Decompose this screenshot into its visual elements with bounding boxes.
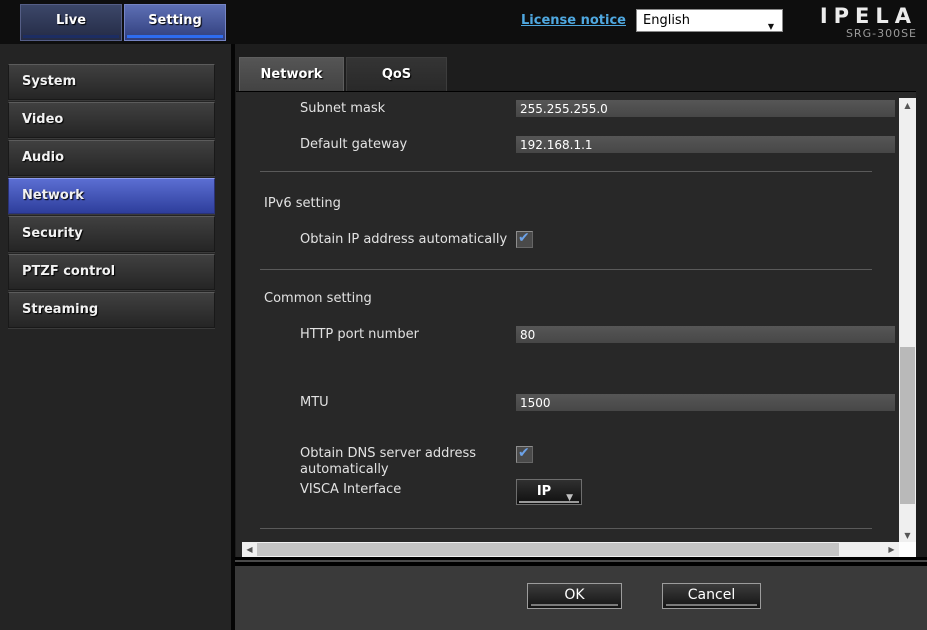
language-select[interactable]: English ▼ [636,9,783,32]
scroll-left-icon[interactable]: ◀ [242,542,257,557]
sidebar-item-network[interactable]: Network [8,178,215,214]
button-underline [531,604,618,606]
brand-block: IPELA SRG-300SE [820,5,917,40]
sidebar-item-security[interactable]: Security [8,216,215,252]
tab-network[interactable]: Network [239,57,344,91]
vertical-scrollbar-thumb[interactable] [900,347,915,504]
section-separator [260,269,872,270]
scroll-down-icon[interactable]: ▼ [899,528,916,543]
http-port-label: HTTP port number [300,327,515,343]
subnet-mask-input[interactable] [516,100,895,117]
visca-interface-label: VISCA Interface [300,482,515,498]
license-notice-link[interactable]: License notice [521,13,626,28]
top-bar: Live Setting License notice English ▼ IP… [0,0,927,44]
scroll-up-icon[interactable]: ▲ [899,98,916,113]
chevron-down-icon: ▼ [768,16,774,37]
obtain-dns-checkbox[interactable] [516,446,533,463]
obtain-ip-label: Obtain IP address automatically [300,232,515,248]
camera-settings-window: Live Setting License notice English ▼ IP… [0,0,927,630]
section-separator [260,171,872,172]
visca-interface-select[interactable]: IP ▼ [516,479,582,505]
common-section-label: Common setting [264,291,372,306]
obtain-dns-label: Obtain DNS server address automatically [300,446,515,478]
scroll-right-icon[interactable]: ▶ [884,542,899,557]
setting-button[interactable]: Setting [124,4,226,41]
visca-interface-value: IP [537,484,551,499]
ok-button[interactable]: OK [527,583,622,609]
ipv6-section-label: IPv6 setting [264,196,341,211]
default-gateway-label: Default gateway [300,137,515,153]
setting-underline [127,35,223,38]
subnet-mask-label: Subnet mask [300,101,515,117]
sidebar-item-system[interactable]: System [8,64,215,100]
live-underline [23,35,119,38]
language-select-value: English [643,13,690,28]
sidebar-item-audio[interactable]: Audio [8,140,215,176]
vertical-scrollbar[interactable]: ▲ ▼ [899,98,916,543]
model-label: SRG-300SE [820,27,917,40]
button-underline [666,604,757,606]
select-underline [519,501,579,503]
cancel-button[interactable]: Cancel [662,583,761,609]
tab-qos[interactable]: QoS [346,57,447,91]
sidebar-item-streaming[interactable]: Streaming [8,292,215,328]
section-separator [260,528,872,529]
live-button-label: Live [56,13,86,28]
cancel-button-label: Cancel [688,587,735,603]
live-button[interactable]: Live [20,4,122,41]
obtain-ip-checkbox[interactable] [516,231,533,248]
sidebar-item-video[interactable]: Video [8,102,215,138]
bottom-separator [235,557,927,566]
horizontal-scrollbar[interactable]: ◀ ▶ [242,542,899,557]
default-gateway-input[interactable] [516,136,895,153]
http-port-input[interactable] [516,326,895,343]
sidebar: System Video Audio Network Security PTZF… [0,44,231,630]
network-settings-panel: Subnet mask Default gateway IPv6 setting… [236,91,916,557]
ipela-logo: IPELA [820,5,917,27]
mtu-label: MTU [300,395,515,411]
setting-button-label: Setting [148,13,202,28]
sidebar-item-ptzf-control[interactable]: PTZF control [8,254,215,290]
horizontal-scrollbar-thumb[interactable] [257,543,839,556]
scrollbar-corner [899,542,916,557]
ok-button-label: OK [564,587,584,603]
mtu-input[interactable] [516,394,895,411]
chevron-down-icon: ▼ [566,487,573,510]
